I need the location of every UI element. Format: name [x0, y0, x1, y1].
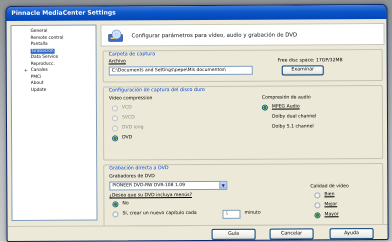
settings-window: Pinnacle MediaCenter Settings General Re… [5, 4, 389, 242]
chapter-radio[interactable] [112, 211, 119, 218]
dvd-long-label: DVD long [122, 125, 144, 131]
mpeg-audio-radio[interactable] [261, 104, 268, 111]
chapter-minutes-input[interactable]: 5 [222, 209, 241, 219]
hdd-capture-group: Configuración de captura del disco duro … [102, 85, 384, 161]
sidebar-item-label: Grabación [30, 48, 55, 54]
dolby-dual-label[interactable]: Dolby dual channel [272, 114, 316, 119]
chevron-down-icon[interactable]: ▼ [219, 181, 227, 189]
sidebar-item-label: About [30, 80, 44, 86]
quality-bien-radio[interactable] [314, 192, 321, 199]
audio-compression-label: Compresión de audio [261, 95, 311, 101]
sidebar-item-label: General [30, 28, 48, 34]
sidebar-item-label: Canales [30, 67, 48, 73]
capture-folder-group: Carpeta de captura Archivo C:\Documents … [102, 49, 383, 83]
chapter-label: Sí, crear un nuevo capítulo cada [122, 211, 197, 217]
hdd-capture-title: Configuración de captura del disco duro [108, 87, 205, 94]
dvd-recorder-icon [108, 28, 124, 44]
sidebar-item-label: Update [30, 87, 47, 93]
settings-content: Configurar parámetros para vídeo, audio … [100, 21, 385, 227]
page-description: Configurar parámetros para vídeo, audio … [131, 32, 298, 40]
vcd-label: VCD [121, 105, 132, 111]
capture-folder-title: Carpeta de captura [108, 52, 156, 58]
recorder-select-value: PIONEER DVD-RW DVR-108 1.09 [112, 183, 185, 189]
sidebar-item-label: Data Service [30, 54, 59, 60]
dvd-radio[interactable] [112, 135, 119, 142]
window-title: Pinnacle MediaCenter Settings [6, 5, 387, 21]
menus-no-label: No [122, 201, 129, 207]
page-header: Configurar parámetros para vídeo, audio … [100, 23, 385, 47]
sidebar-item-label: Reproducc. [30, 61, 55, 67]
quality-mayor-radio[interactable] [314, 212, 321, 219]
sidebar-item-label: Pantalla [30, 41, 48, 47]
dvd-record-title: Grabación directa a DVD [109, 166, 169, 172]
dvd-long-radio[interactable] [112, 125, 119, 132]
file-label: Archivo [108, 59, 126, 65]
dvd-label: DVD [122, 135, 133, 141]
footer-divider [7, 223, 389, 227]
sidebar-item-update[interactable]: Update [12, 87, 96, 94]
mpeg-audio-label: MPEG Audio [271, 104, 300, 110]
free-disc-space: Free disc space: 17GP/32MB [277, 58, 343, 64]
menus-question-label: ¿Desea que su DVD incluya menús? [109, 193, 193, 199]
capture-path-input[interactable]: C:\Documents and Settings\pepe\Mis docum… [108, 65, 253, 76]
quality-bien-label: Bien [324, 192, 335, 198]
dvd-record-group: Grabación directa a DVD Grabadores de DV… [103, 163, 384, 227]
settings-tree: General Remote control Pantalla Grabació… [10, 24, 98, 221]
menus-no-radio[interactable] [112, 201, 119, 208]
quality-mejor-label: Mejor [324, 202, 338, 208]
help-button[interactable]: Ayuda [329, 228, 374, 240]
video-compression-label: Vídeo compression [108, 96, 153, 102]
dolby-51-label[interactable]: Dolby 5.1 channel [272, 124, 314, 129]
svcd-radio[interactable] [111, 115, 118, 122]
quality-mejor-radio[interactable] [314, 202, 321, 209]
cancel-button[interactable]: Cancelar [269, 228, 314, 240]
sidebar-item-label: Remote control [30, 35, 64, 41]
quality-label: Calidad de vídeo [310, 184, 349, 190]
recorder-label: Grabadores de DVD [109, 174, 155, 180]
browse-button[interactable]: Examinar [281, 65, 324, 76]
minutes-label: minuto [244, 210, 261, 216]
recorder-select[interactable]: PIONEER DVD-RW DVR-108 1.09 ▼ [109, 180, 228, 191]
save-button[interactable]: Guía [211, 228, 256, 240]
svcd-label: SVCD [121, 115, 135, 121]
quality-mayor-label: Mayor [324, 212, 339, 218]
sidebar-item-label: PMCi [30, 74, 42, 80]
vcd-radio[interactable] [111, 105, 118, 112]
